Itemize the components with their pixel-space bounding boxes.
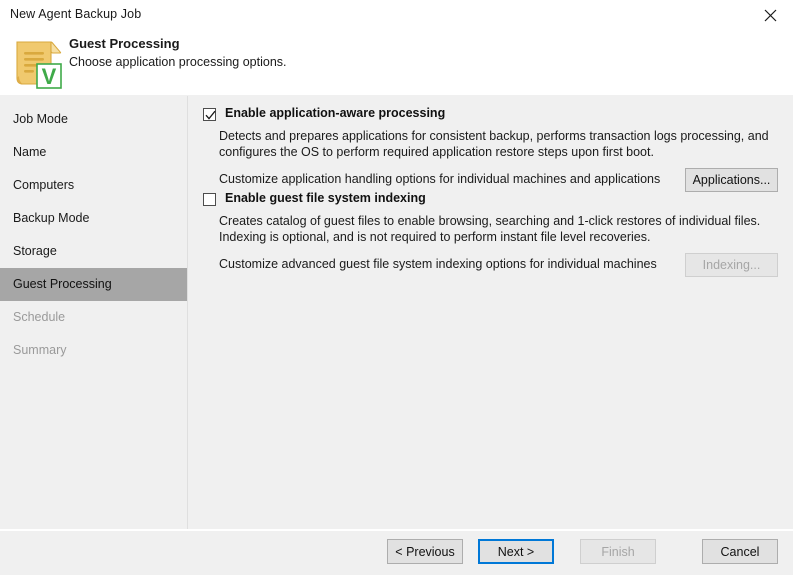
enable-guest-file-system-indexing-checkbox[interactable] xyxy=(203,193,216,206)
application-aware-description-line-2: configures the OS to perform required ap… xyxy=(219,145,654,159)
sidebar-item-summary: Summary xyxy=(0,334,187,367)
guest-indexing-customize-row: Customize advanced guest file system ind… xyxy=(189,253,793,277)
title-bar: New Agent Backup Job xyxy=(0,0,793,31)
next-button[interactable]: Next > xyxy=(478,539,554,564)
close-button[interactable] xyxy=(748,0,793,31)
sidebar-item-label: Computers xyxy=(13,178,75,192)
finish-button: Finish xyxy=(580,539,656,564)
enable-application-aware-processing-label[interactable]: Enable application-aware processing xyxy=(225,106,445,120)
guest-indexing-description-line-2: Indexing is optional, and is not require… xyxy=(219,230,651,244)
sidebar-item-storage[interactable]: Storage xyxy=(0,235,187,268)
document-veeam-icon: V xyxy=(11,34,67,90)
indexing-button: Indexing... xyxy=(685,253,778,277)
application-aware-description-line-1: Detects and prepares applications for co… xyxy=(219,129,769,143)
sidebar-item-label: Summary xyxy=(13,343,67,357)
guest-indexing-description-line-1: Creates catalog of guest files to enable… xyxy=(219,214,761,228)
applications-button[interactable]: Applications... xyxy=(685,168,778,192)
sidebar-item-label: Schedule xyxy=(13,310,66,324)
application-aware-row: Enable application-aware processing xyxy=(189,106,793,126)
guest-indexing-customize-text: Customize advanced guest file system ind… xyxy=(219,257,657,271)
previous-button[interactable]: < Previous xyxy=(387,539,463,564)
sidebar-item-computers[interactable]: Computers xyxy=(0,169,187,202)
application-aware-customize-row: Customize application handling options f… xyxy=(189,168,793,192)
cancel-button[interactable]: Cancel xyxy=(702,539,778,564)
window-title: New Agent Backup Job xyxy=(10,7,142,21)
sidebar-item-schedule: Schedule xyxy=(0,301,187,334)
application-aware-group: Enable application-aware processing Dete… xyxy=(189,106,793,192)
svg-text:V: V xyxy=(42,64,57,89)
wizard-header: V Guest Processing Choose application pr… xyxy=(0,31,793,95)
guest-indexing-group: Enable guest file system indexing Create… xyxy=(189,191,793,277)
wizard-step-nav: Job Mode Name Computers Backup Mode Stor… xyxy=(0,96,188,529)
wizard-content-pane: Enable application-aware processing Dete… xyxy=(189,96,793,529)
wizard-dialog: New Agent Backup Job V Guest Processing … xyxy=(0,0,793,575)
sidebar-item-guest-processing[interactable]: Guest Processing xyxy=(0,268,187,301)
guest-indexing-row: Enable guest file system indexing xyxy=(189,191,793,211)
sidebar-item-job-mode[interactable]: Job Mode xyxy=(0,103,187,136)
page-subtitle: Choose application processing options. xyxy=(69,55,287,69)
page-title: Guest Processing xyxy=(69,36,180,51)
wizard-footer: < Previous Next > Finish Cancel xyxy=(0,531,793,575)
close-icon xyxy=(764,9,777,22)
enable-application-aware-processing-checkbox[interactable] xyxy=(203,108,216,121)
sidebar-item-label: Job Mode xyxy=(13,112,68,126)
sidebar-item-backup-mode[interactable]: Backup Mode xyxy=(0,202,187,235)
sidebar-item-label: Name xyxy=(13,145,47,159)
application-aware-customize-text: Customize application handling options f… xyxy=(219,172,661,186)
sidebar-item-label: Storage xyxy=(13,244,57,258)
sidebar-item-label: Backup Mode xyxy=(13,211,90,225)
sidebar-item-label: Guest Processing xyxy=(13,277,112,291)
checkmark-icon xyxy=(205,110,216,120)
enable-guest-file-system-indexing-label[interactable]: Enable guest file system indexing xyxy=(225,191,426,205)
sidebar-item-name[interactable]: Name xyxy=(0,136,187,169)
